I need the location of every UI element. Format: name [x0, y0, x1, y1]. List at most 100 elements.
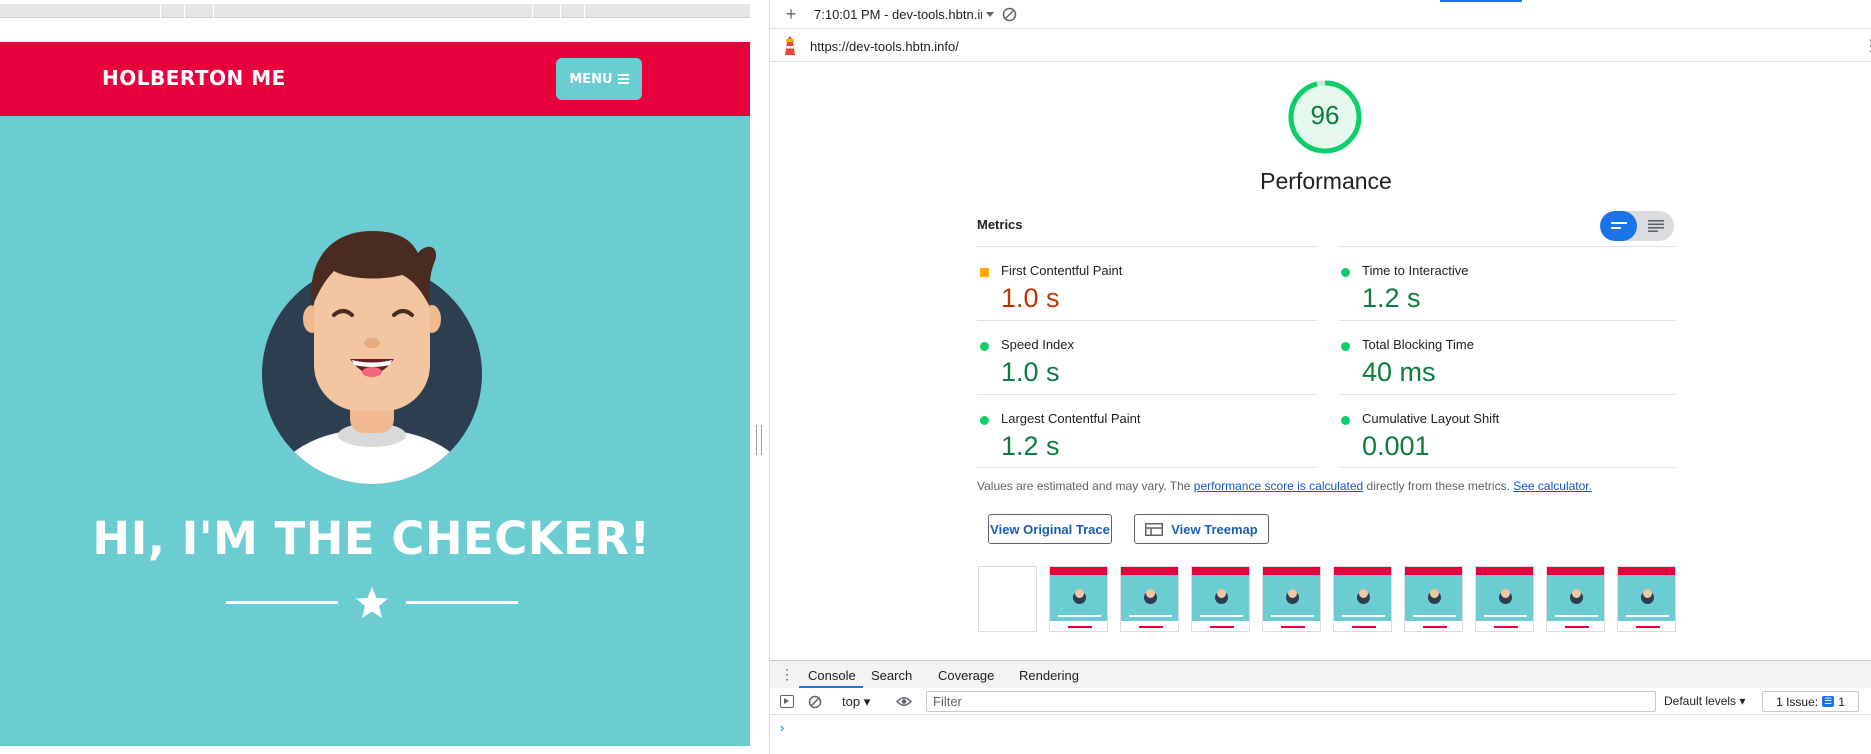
metrics-view-toggle[interactable] [1600, 211, 1674, 241]
context-selector[interactable]: top ▾ [842, 694, 870, 710]
metrics-header: Metrics [977, 217, 1023, 232]
metric-value: 1.2 s [1001, 431, 1060, 461]
metric-cumulative-layout-shift: Cumulative Layout Shift 0.001 [1338, 395, 1678, 469]
filmstrip-frame [1475, 566, 1534, 632]
issues-count: 1 [1838, 694, 1845, 709]
hero-section: HI, I'M THE CHECKER! [0, 116, 750, 746]
tab-coverage[interactable]: Coverage [938, 668, 994, 683]
report-selector-label: 7:10:01 PM - dev-tools.hbtn.info [814, 7, 982, 22]
metric-total-blocking-time: Total Blocking Time 40 ms [1338, 321, 1678, 395]
dropdown-arrow-icon [986, 11, 994, 17]
issue-message-icon: ☰ [1822, 696, 1835, 707]
metric-value: 0.001 [1362, 431, 1430, 461]
button-label: View Treemap [1171, 521, 1258, 537]
filmstrip-frame [1262, 566, 1321, 632]
filmstrip-frame [1049, 566, 1108, 632]
status-pass-icon [1341, 416, 1350, 425]
menu-label: MENU [569, 71, 613, 87]
metric-value: 40 ms [1362, 357, 1436, 387]
metric-value: 1.0 s [1001, 357, 1060, 387]
performance-score: 96 [1310, 100, 1340, 130]
issues-counter[interactable]: 1 Issue: ☰ 1 [1762, 691, 1859, 712]
expanded-view-button[interactable] [1637, 211, 1674, 241]
expanded-view-icon [1648, 220, 1664, 232]
score-calculated-link[interactable]: performance score is calculated [1194, 479, 1363, 493]
log-levels-dropdown[interactable]: Default levels ▾ [1664, 694, 1745, 708]
hamburger-icon [617, 74, 629, 84]
website-viewport: HOLBERTON ME MENU HI, I'M THE CHECKER! [0, 0, 750, 754]
menu-button[interactable]: MENU [556, 58, 642, 100]
lighthouse-icon [785, 36, 795, 55]
status-pass-icon [980, 342, 989, 351]
report-selector[interactable]: 7:10:01 PM - dev-tools.hbtn.info [814, 7, 994, 22]
disclaimer-text: directly from these metrics. [1363, 479, 1514, 493]
report-url-bar: https://dev-tools.hbtn.info/ ⋮ [770, 30, 1871, 62]
compact-view-icon [1611, 222, 1627, 229]
divider-line-right [406, 601, 518, 604]
filmstrip-frame [1617, 566, 1676, 632]
tab-rendering[interactable]: Rendering [1019, 668, 1079, 683]
view-original-trace-button[interactable]: View Original Trace [988, 514, 1112, 544]
filmstrip-frame [1333, 566, 1392, 632]
metric-label: Cumulative Layout Shift [1362, 411, 1500, 426]
metrics-disclaimer: Values are estimated and may vary. The p… [977, 479, 1592, 493]
metric-value: 1.0 s [1001, 283, 1060, 313]
site-header: HOLBERTON ME MENU [0, 42, 750, 116]
lighthouse-toolbar: + 7:10:01 PM - dev-tools.hbtn.info [770, 0, 1871, 29]
media-query-ruler[interactable] [0, 4, 750, 18]
devtools-panel: + 7:10:01 PM - dev-tools.hbtn.info https… [769, 0, 1871, 754]
more-options-icon[interactable]: ⋮ [1863, 36, 1871, 56]
site-logo[interactable]: HOLBERTON ME [102, 66, 286, 90]
button-label: View Original Trace [990, 521, 1110, 537]
tab-console[interactable]: Console [808, 668, 856, 683]
report-url[interactable]: https://dev-tools.hbtn.info/ [810, 39, 959, 54]
see-calculator-link[interactable]: See calculator. [1513, 479, 1592, 493]
status-pass-icon [1341, 268, 1350, 277]
filmstrip [978, 566, 1678, 633]
levels-label: Default levels [1664, 694, 1737, 708]
console-filter-input[interactable]: Filter [926, 691, 1656, 712]
treemap-icon [1145, 522, 1164, 536]
compact-view-button[interactable] [1600, 211, 1637, 241]
tab-search[interactable]: Search [871, 668, 912, 683]
metric-label: Time to Interactive [1362, 263, 1469, 278]
filmstrip-frame [1191, 566, 1250, 632]
new-report-button[interactable]: + [780, 3, 802, 25]
view-treemap-button[interactable]: View Treemap [1134, 514, 1269, 544]
metric-label: Total Blocking Time [1362, 337, 1474, 352]
clear-console-icon[interactable] [808, 695, 822, 709]
metric-value: 1.2 s [1362, 283, 1421, 313]
metric-largest-contentful-paint: Largest Contentful Paint 1.2 s [977, 395, 1317, 469]
metric-label: Largest Contentful Paint [1001, 411, 1141, 426]
filmstrip-frame [1404, 566, 1463, 632]
status-average-icon [980, 268, 989, 277]
status-pass-icon [1341, 342, 1350, 351]
filmstrip-frame [978, 566, 1037, 632]
console-prompt-icon[interactable]: › [780, 720, 784, 735]
divider-line-left [226, 601, 338, 604]
eye-icon[interactable] [896, 696, 912, 707]
active-panel-indicator [1440, 0, 1522, 2]
star-icon [356, 587, 388, 618]
avatar [262, 231, 482, 484]
hero-title: HI, I'M THE CHECKER! [92, 512, 651, 565]
status-pass-icon [980, 416, 989, 425]
filmstrip-frame [1546, 566, 1605, 632]
context-label: top [842, 694, 861, 709]
filmstrip-frame [1120, 566, 1179, 632]
drawer-menu-icon[interactable]: ⋮ [780, 667, 794, 681]
sidebar-toggle-icon[interactable] [780, 695, 794, 708]
category-title: Performance [1260, 168, 1392, 194]
star-divider [226, 586, 518, 620]
issues-label: 1 Issue: [1776, 694, 1819, 709]
disclaimer-text: Values are estimated and may vary. The [977, 479, 1194, 493]
metric-label: Speed Index [1001, 337, 1075, 352]
console-toolbar: top ▾ Filter Default levels ▾ 1 Issue: ☰… [770, 688, 1871, 715]
panel-splitter[interactable] [756, 425, 762, 455]
drawer-tab-bar: ⋮ Console Search Coverage Rendering [770, 660, 1871, 689]
metric-time-to-interactive: Time to Interactive 1.2 s [1338, 247, 1678, 321]
clear-reports-icon[interactable] [1002, 7, 1017, 22]
metric-speed-index: Speed Index 1.0 s [977, 321, 1317, 395]
metric-first-contentful-paint: First Contentful Paint 1.0 s [977, 247, 1317, 321]
metric-label: First Contentful Paint [1001, 263, 1123, 278]
